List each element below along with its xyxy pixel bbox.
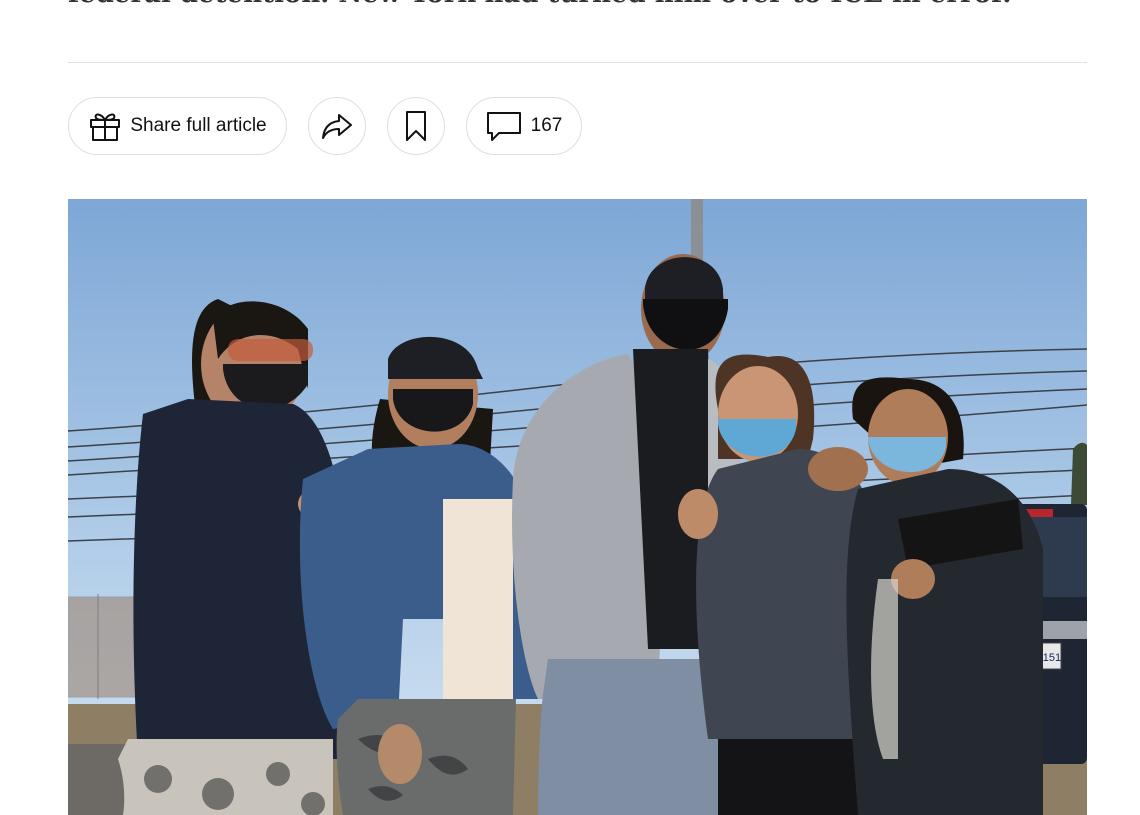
share-button[interactable] bbox=[308, 97, 366, 155]
comment-count: 167 bbox=[530, 115, 563, 136]
gift-icon bbox=[88, 109, 122, 143]
section-divider bbox=[68, 62, 1087, 63]
comments-button[interactable]: 167 bbox=[466, 97, 582, 155]
share-full-article-label: Share full article bbox=[130, 115, 267, 136]
article-lead-photo[interactable]: FJU-2151 bbox=[68, 199, 1087, 815]
article-summary-cut-line: federal detention. New York had turned h… bbox=[68, 0, 1088, 10]
share-full-article-button[interactable]: Share full article bbox=[68, 97, 287, 155]
distant-tree bbox=[1071, 442, 1087, 505]
bookmark-icon bbox=[404, 110, 428, 142]
save-article-button[interactable] bbox=[387, 97, 445, 155]
chain-link-fence bbox=[68, 594, 139, 699]
comment-bubble-icon bbox=[486, 110, 522, 142]
article-share-toolbar: Share full article 167 bbox=[68, 97, 582, 155]
share-arrow-icon bbox=[320, 111, 354, 141]
